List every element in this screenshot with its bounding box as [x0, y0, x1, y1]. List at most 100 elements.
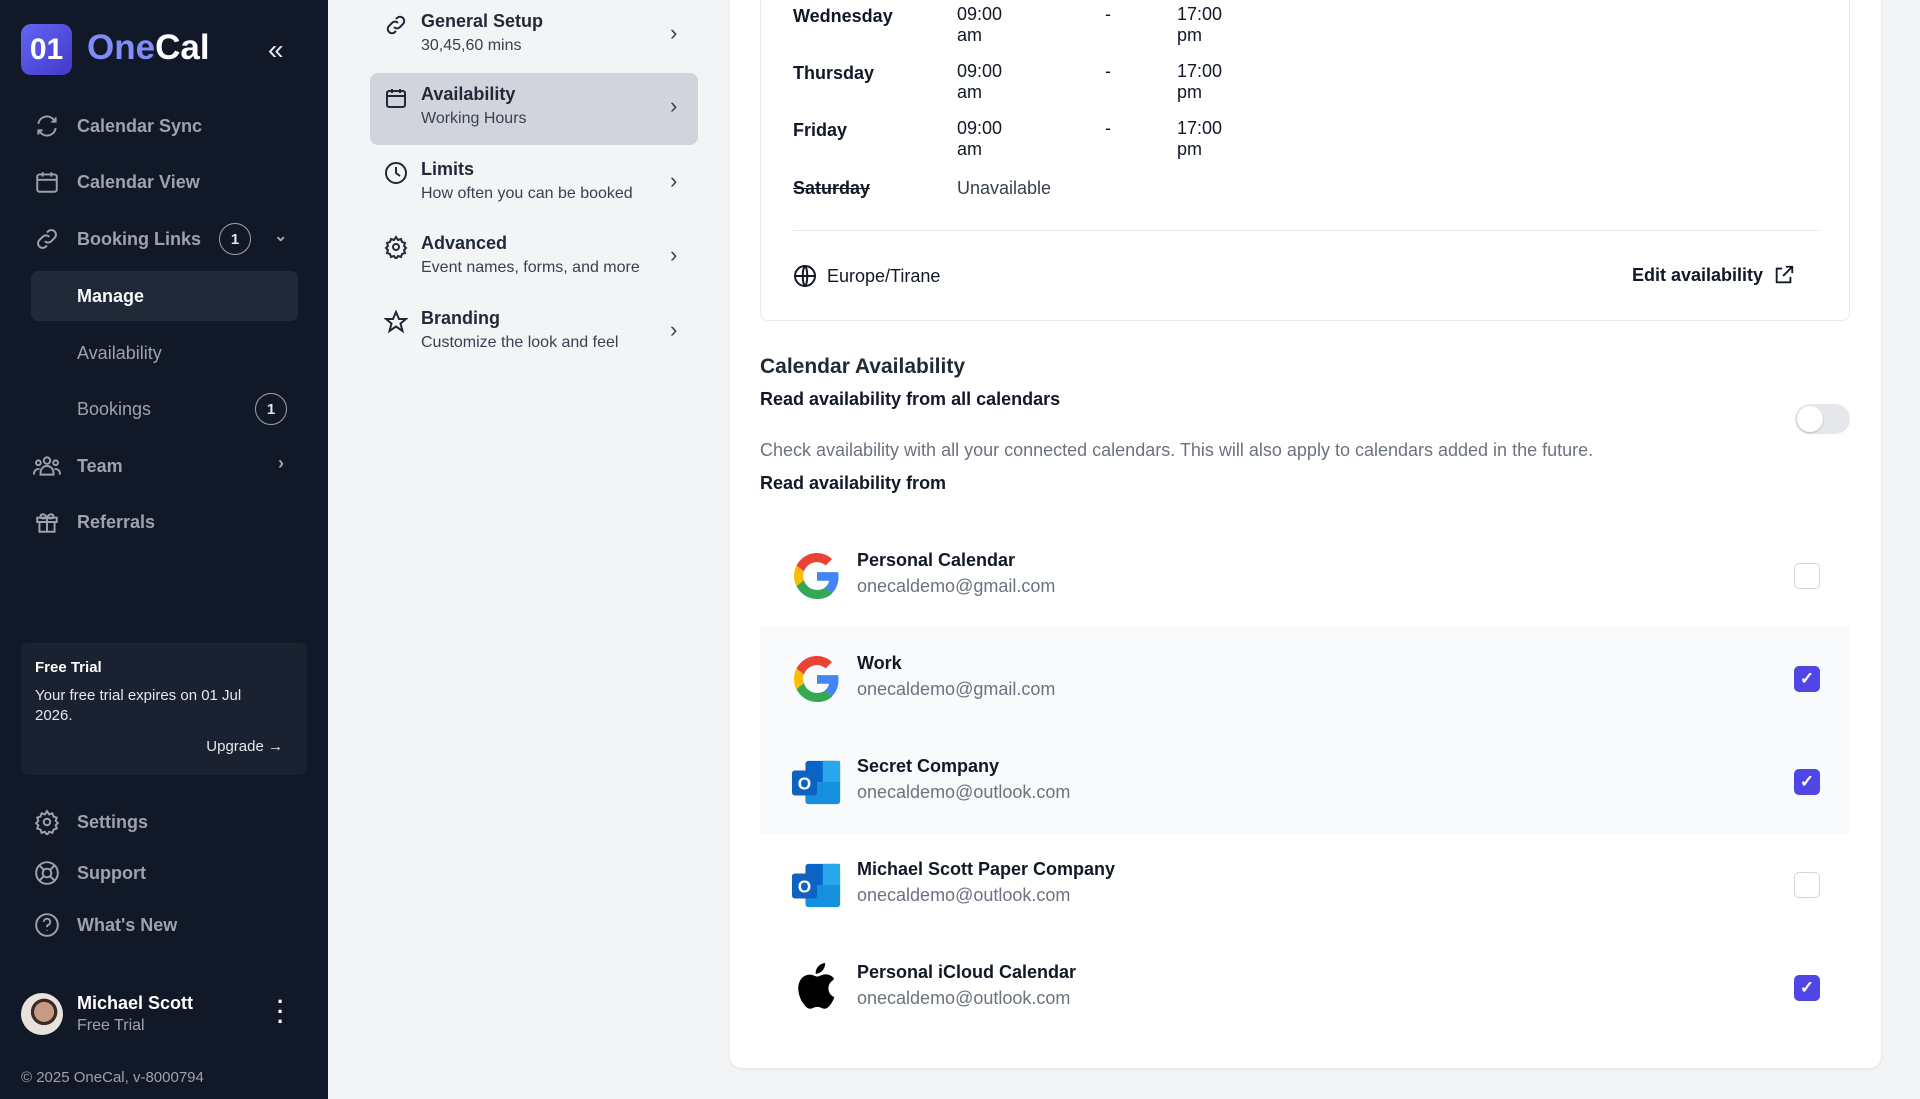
menu-subtitle: How often you can be booked [421, 185, 633, 202]
day-label: Thursday [793, 63, 875, 83]
lifebuoy-icon [33, 859, 61, 887]
sidebar-item-referrals[interactable]: Referrals [31, 497, 298, 547]
user-name: Michael Scott [77, 993, 194, 1013]
menu-title: Limits [421, 159, 475, 179]
nav-label: Team [77, 455, 123, 476]
nav-label: What's New [77, 914, 178, 935]
timezone: Europe/Tirane [793, 264, 940, 288]
chevron-right-icon[interactable]: › [278, 453, 284, 474]
chevron-right-icon: › [670, 242, 678, 267]
sidebar-item-calendar-sync[interactable]: Calendar Sync [31, 101, 298, 151]
calendar-email: onecaldemo@gmail.com [857, 576, 1056, 596]
sidebar-item-team[interactable]: Team › [31, 441, 298, 491]
separator: - [1105, 4, 1111, 24]
start-time: 09:00 am [957, 118, 1003, 159]
chevron-right-icon: › [670, 317, 678, 342]
google-icon [792, 654, 842, 704]
link-icon [384, 13, 408, 37]
menu-subtitle: Customize the look and feel [421, 334, 619, 351]
chevron-right-icon: › [670, 20, 678, 45]
sidebar-item-whats-new[interactable]: What's New [31, 900, 298, 950]
svg-text:O: O [798, 877, 811, 897]
link-icon [33, 225, 61, 253]
calendar-checkbox[interactable]: ✓ [1794, 666, 1820, 692]
chevron-right-icon: › [670, 93, 678, 118]
sidebar-item-availability[interactable]: Availability [31, 328, 298, 378]
gear-icon [384, 235, 408, 259]
nav-label: Calendar Sync [77, 115, 203, 136]
svg-text:O: O [798, 774, 811, 794]
menu-title: General Setup [421, 11, 544, 31]
question-circle-icon [33, 911, 61, 939]
count-badge: 1 [219, 223, 251, 255]
divider [793, 230, 1819, 231]
chevron-down-icon[interactable]: ⌄ [274, 226, 287, 246]
end-time: 17:00 pm [1177, 61, 1223, 102]
sidebar-item-booking-links[interactable]: Booking Links 1 ⌄ [31, 214, 298, 264]
avatar [21, 993, 63, 1035]
calendar-checkbox[interactable]: ✓ [1794, 975, 1820, 1001]
brand-part: Cal [155, 28, 210, 67]
calendar-email: onecaldemo@outlook.com [857, 885, 1071, 905]
menu-subtitle: Working Hours [421, 110, 527, 127]
menu-item-availability[interactable]: Availability Working Hours › [370, 73, 698, 145]
sidebar-item-manage[interactable]: Manage [31, 271, 298, 321]
count-badge: 1 [255, 393, 287, 425]
separator: - [1105, 61, 1111, 81]
calendar-row: O Michael Scott Paper Company onecaldemo… [760, 833, 1850, 936]
edit-availability-link[interactable]: Edit availability [1632, 264, 1795, 286]
sidebar-item-settings[interactable]: Settings [31, 797, 298, 847]
nav-label: Settings [77, 811, 149, 832]
nav-label: Availability [77, 342, 162, 363]
sidebar-item-support[interactable]: Support [31, 848, 298, 898]
nav-label: Support [77, 862, 146, 883]
calendar-row: Work onecaldemo@gmail.com ✓ [760, 627, 1850, 730]
nav-label: Referrals [77, 511, 156, 532]
calendar-checkbox[interactable]: ✓ [1794, 769, 1820, 795]
calendar-checkbox[interactable] [1794, 563, 1820, 589]
nav-label: Manage [77, 285, 145, 306]
end-time: 17:00 pm [1177, 4, 1223, 45]
sync-icon [33, 112, 61, 140]
calendar-name: Secret Company [857, 756, 1000, 776]
outlook-icon: O [792, 757, 842, 807]
menu-item-limits[interactable]: Limits How often you can be booked › [370, 148, 698, 220]
read-from-label: Read availability from [760, 473, 947, 493]
trial-title: Free Trial [35, 659, 102, 676]
end-time: 17:00 pm [1177, 118, 1223, 159]
timezone-label: Europe/Tirane [827, 265, 941, 286]
sidebar-item-bookings[interactable]: Bookings 1 [31, 384, 298, 434]
version-footer: © 2025 OneCal, v-8000794 [21, 1069, 204, 1086]
menu-title: Advanced [421, 233, 508, 253]
availability-panel: Wednesday 09:00 am - 17:00 pm Thursday 09:00… [730, 0, 1881, 1068]
brand-name: OneCal [87, 28, 210, 68]
menu-title: Availability [421, 84, 516, 104]
menu-item-advanced[interactable]: Advanced Event names, forms, and more › [370, 222, 698, 294]
calendar-row: O Secret Company onecaldemo@outlook.com … [760, 730, 1850, 833]
brand-part: One [87, 28, 156, 67]
gear-icon [33, 808, 61, 836]
calendar-email: onecaldemo@outlook.com [857, 988, 1071, 1008]
collapse-sidebar-icon[interactable]: « [268, 34, 284, 66]
all-calendars-description: Check availability with all your connect… [760, 440, 1594, 460]
sidebar-item-calendar-view[interactable]: Calendar View [31, 157, 298, 207]
nav-label: Booking Links [77, 228, 202, 249]
day-label: Friday [793, 120, 848, 140]
calendar-icon [384, 86, 408, 110]
menu-item-branding[interactable]: Branding Customize the look and feel › [370, 297, 698, 369]
edit-label: Edit availability [1631, 264, 1763, 285]
menu-item-general-setup[interactable]: General Setup 30,45,60 mins › [370, 0, 698, 72]
calendar-checkbox[interactable] [1794, 872, 1820, 898]
read-all-calendars-toggle[interactable] [1795, 404, 1850, 434]
calendar-icon [33, 168, 61, 196]
section-heading: Calendar Availability [760, 355, 966, 378]
upgrade-link[interactable]: Upgrade → [206, 738, 283, 755]
day-label: Wednesday [793, 6, 893, 26]
onecal-logo-icon: 01 [21, 24, 72, 75]
menu-title: Branding [421, 308, 500, 328]
sidebar: 01 OneCal « Calendar Sync Calendar View … [0, 0, 328, 1099]
start-time: 09:00 am [957, 61, 1003, 102]
free-trial-card: Free Trial Your free trial expires on 01… [21, 643, 307, 775]
more-vertical-icon[interactable]: · · · [277, 991, 284, 1033]
user-profile[interactable]: Michael Scott Free Trial · · · [21, 991, 311, 1037]
